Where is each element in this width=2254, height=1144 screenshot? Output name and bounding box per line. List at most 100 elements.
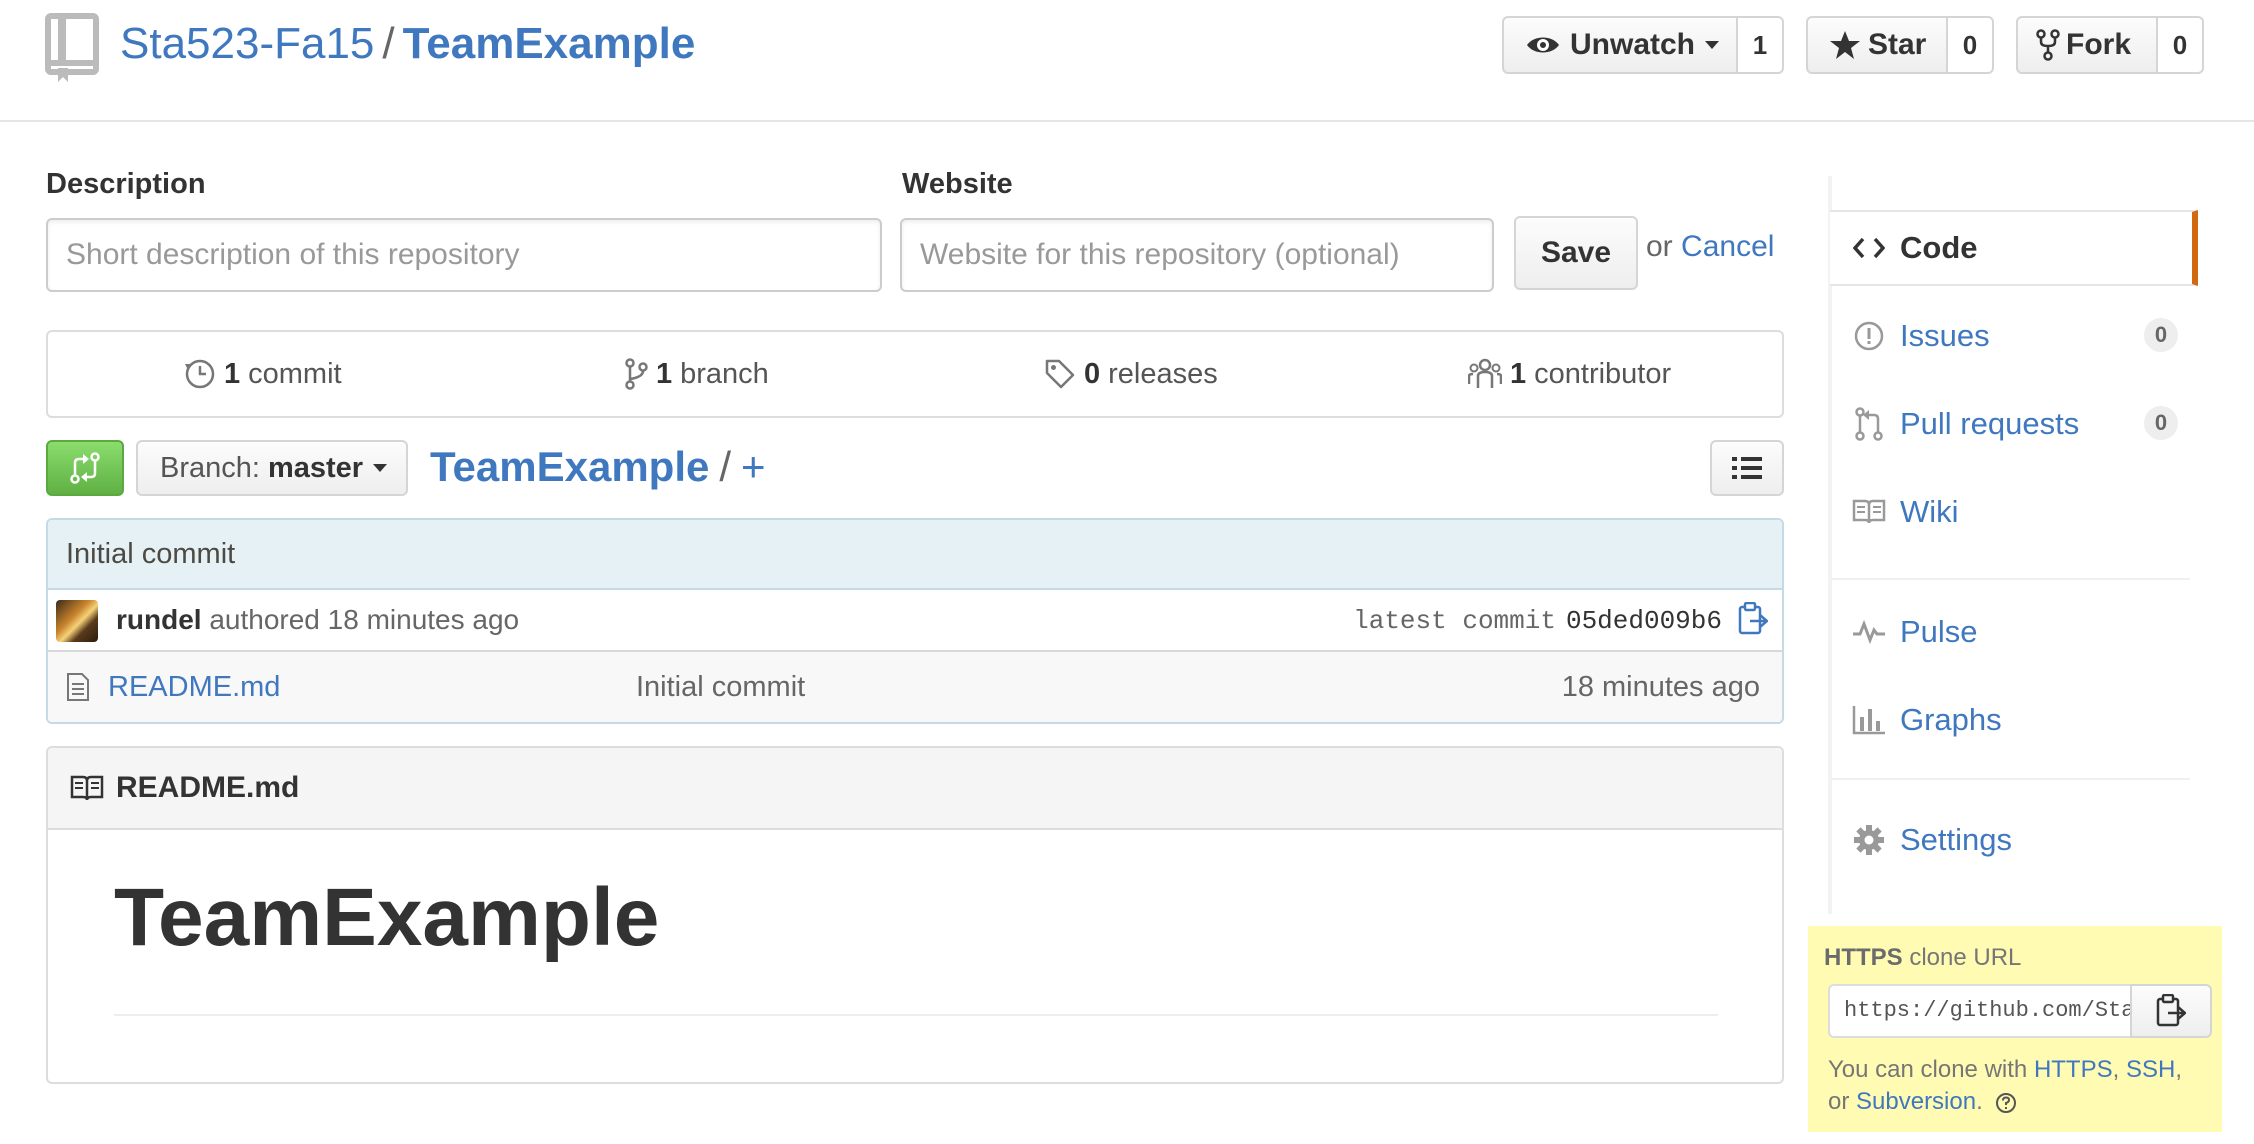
description-input[interactable] xyxy=(46,218,882,292)
commits-label: commit xyxy=(248,357,342,390)
branch-select[interactable]: Branch: master xyxy=(136,440,408,496)
gear-icon xyxy=(1852,824,1886,856)
contributors-label: contributor xyxy=(1534,357,1672,390)
sidebar-item-pull-requests[interactable]: Pull requests 0 xyxy=(1830,386,2198,462)
or-text: or xyxy=(1646,230,1673,263)
file-name-link[interactable]: README.md xyxy=(108,652,280,722)
fork-button[interactable]: Fork xyxy=(2016,16,2158,74)
readme-divider xyxy=(114,1014,1718,1016)
file-text-icon xyxy=(66,672,90,702)
fork-icon xyxy=(2036,29,2060,61)
book-icon xyxy=(1852,499,1886,525)
file-age: 18 minutes ago xyxy=(1561,671,1760,703)
sidebar-item-label: Code xyxy=(1900,230,1978,265)
compare-button[interactable] xyxy=(46,440,124,496)
repo-title: Sta523-Fa15/TeamExample xyxy=(120,14,695,74)
latest-commit-label: latest commit xyxy=(1353,606,1556,636)
star-button[interactable]: Star xyxy=(1806,16,1948,74)
star-group: Star 0 xyxy=(1806,16,1994,74)
copy-clone-url-button[interactable] xyxy=(2130,984,2212,1038)
clone-svn-link[interactable]: Subversion xyxy=(1856,1088,1976,1115)
breadcrumb-separator: / xyxy=(719,443,732,490)
latest-commit-message[interactable]: Initial commit xyxy=(48,520,1782,590)
code-icon xyxy=(1852,236,1886,260)
clipboard-icon xyxy=(2156,994,2186,1028)
sidebar-item-label: Graphs xyxy=(1900,702,2002,737)
commit-author-line: rundel authored 18 minutes ago xyxy=(116,590,519,650)
sidebar-item-code[interactable]: Code xyxy=(1830,210,2198,286)
clone-url-box: HTTPS clone URL https://github.com/Sta52… xyxy=(1808,926,2222,1132)
clone-url-label: HTTPS clone URL xyxy=(1824,944,2206,972)
file-table: Initial commit rundel authored 18 minute… xyxy=(46,518,1784,724)
eye-icon xyxy=(1526,33,1560,57)
avatar[interactable] xyxy=(56,600,98,642)
branches-link[interactable]: 1 branch xyxy=(624,332,769,416)
book-icon xyxy=(70,774,104,802)
issue-icon xyxy=(1852,320,1886,352)
history-icon xyxy=(184,358,216,390)
releases-label: releases xyxy=(1108,357,1218,390)
releases-link[interactable]: 0 releases xyxy=(1044,332,1218,416)
forks-count[interactable]: 0 xyxy=(2158,16,2204,74)
clone-help-prefix: You can clone with xyxy=(1828,1056,2028,1083)
commit-author[interactable]: rundel xyxy=(116,604,202,635)
watchers-count[interactable]: 1 xyxy=(1738,16,1784,74)
branches-count: 1 xyxy=(656,357,673,390)
unwatch-button[interactable]: Unwatch xyxy=(1502,16,1738,74)
clone-period: . xyxy=(1976,1088,1983,1115)
pull-request-icon xyxy=(1852,407,1886,441)
star-label: Star xyxy=(1868,28,1927,61)
question-icon[interactable] xyxy=(1995,1092,2017,1114)
repo-owner-link[interactable]: Sta523-Fa15 xyxy=(120,19,374,68)
clone-label-text: clone URL xyxy=(1909,944,2022,971)
repo-summary: 1 commit 1 branch 0 releases 1 contribut… xyxy=(46,330,1784,418)
sidebar-item-wiki[interactable]: Wiki xyxy=(1830,474,2198,550)
repo-header: Sta523-Fa15/TeamExample Unwatch 1 Star 0 xyxy=(0,0,2254,122)
commits-link[interactable]: 1 commit xyxy=(184,332,342,416)
repo-name-link[interactable]: TeamExample xyxy=(403,19,696,68)
releases-count: 0 xyxy=(1084,357,1101,390)
title-separator: / xyxy=(382,19,395,68)
clipboard-icon[interactable] xyxy=(1738,602,1768,636)
clone-url-input[interactable]: https://github.com/Sta523-Fa15/TeamExamp… xyxy=(1828,984,2130,1038)
clone-ssh-link[interactable]: SSH xyxy=(2126,1056,2175,1083)
cancel-link[interactable]: Cancel xyxy=(1681,230,1774,263)
description-label: Description xyxy=(46,168,206,200)
commit-sha[interactable]: 05ded009b6 xyxy=(1566,606,1722,636)
clone-comma: , xyxy=(2112,1056,2120,1083)
file-commit-message[interactable]: Initial commit xyxy=(636,652,805,722)
sidebar-item-label: Pulse xyxy=(1900,614,1978,649)
add-file-link[interactable]: + xyxy=(741,443,766,490)
show-file-list-button[interactable] xyxy=(1710,440,1784,496)
branches-label: branch xyxy=(680,357,769,390)
cancel-text: or Cancel xyxy=(1646,230,1774,264)
issues-counter: 0 xyxy=(2144,318,2178,352)
unwatch-label: Unwatch xyxy=(1570,28,1696,61)
branch-prefix: Branch: xyxy=(160,451,260,484)
sidebar-item-pulse[interactable]: Pulse xyxy=(1830,594,2198,670)
readme-heading: TeamExample xyxy=(114,872,660,963)
website-input[interactable] xyxy=(900,218,1494,292)
clone-protocol: HTTPS xyxy=(1824,944,1903,971)
sidebar-item-issues[interactable]: Issues 0 xyxy=(1830,298,2198,374)
sidebar-item-graphs[interactable]: Graphs xyxy=(1830,682,2198,758)
readme-panel: README.md TeamExample xyxy=(46,746,1784,1084)
caret-down-icon xyxy=(1705,41,1720,49)
breadcrumb: TeamExample / + xyxy=(430,438,766,496)
breadcrumb-root[interactable]: TeamExample xyxy=(430,443,709,490)
file-row: README.md Initial commit 18 minutes ago xyxy=(48,652,1782,722)
clone-https-link[interactable]: HTTPS xyxy=(2034,1056,2113,1083)
sidebar-divider xyxy=(1830,778,2190,780)
stargazers-count[interactable]: 0 xyxy=(1948,16,1994,74)
branch-name: master xyxy=(267,451,364,484)
sidebar-item-label: Issues xyxy=(1900,318,1990,353)
contributors-link[interactable]: 1 contributor xyxy=(1468,332,1671,416)
latest-commit: latest commit 05ded009b6 xyxy=(1353,590,1722,652)
sidebar-item-label: Wiki xyxy=(1900,494,1959,529)
fork-label: Fork xyxy=(2066,28,2132,61)
save-button[interactable]: Save xyxy=(1514,216,1638,290)
tag-icon xyxy=(1044,358,1076,390)
clone-help-text: You can clone with HTTPS, SSH, or Subver… xyxy=(1828,1054,2208,1118)
caret-down-icon xyxy=(373,464,388,472)
sidebar-item-settings[interactable]: Settings xyxy=(1830,802,2198,878)
